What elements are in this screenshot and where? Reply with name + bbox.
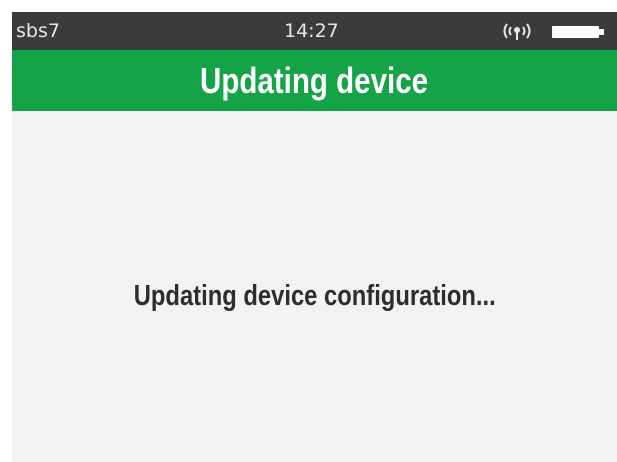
device-screen: sbs7 14:27 Updating device Updating devi…: [12, 12, 617, 462]
status-bar: sbs7 14:27: [12, 12, 617, 50]
page-title: Updating device: [200, 60, 429, 101]
battery-full-icon: [552, 26, 604, 38]
header-bar: Updating device: [12, 50, 617, 111]
status-message: Updating device configuration...: [12, 278, 617, 314]
status-message-text: Updating device configuration...: [133, 280, 496, 312]
device-name: sbs7: [16, 20, 60, 42]
wireless-signal-icon: [503, 23, 531, 40]
clock: 14:27: [284, 20, 339, 42]
